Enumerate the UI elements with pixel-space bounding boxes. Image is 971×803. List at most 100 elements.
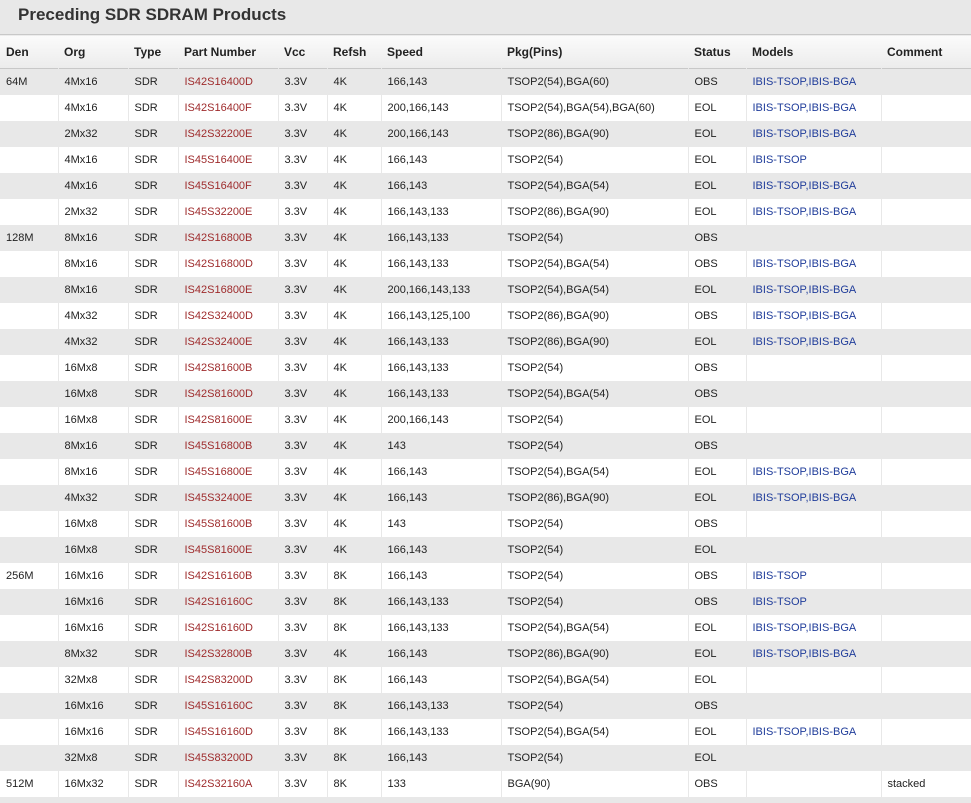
cell-org: 16Mx8: [57, 380, 128, 407]
cell-status: EOL: [687, 172, 746, 199]
models-links[interactable]: IBIS-TSOP,IBIS-BGA: [745, 484, 881, 511]
part-number-link[interactable]: IS45S16160D: [177, 718, 278, 745]
cell-refsh: 4K: [326, 68, 381, 95]
part-number-link[interactable]: IS45S81600B: [177, 510, 278, 537]
cell-speed: 166,143: [380, 458, 501, 485]
cell-type: SDR: [127, 276, 178, 303]
header-models[interactable]: Models: [746, 35, 881, 69]
cell-speed: 166,143: [380, 562, 501, 589]
part-number-link[interactable]: IS45S16800B: [177, 432, 278, 459]
models-links[interactable]: IBIS-TSOP,IBIS-BGA: [745, 250, 881, 277]
cell-den: [0, 354, 58, 381]
part-number-link[interactable]: IS45S16160C: [177, 692, 278, 719]
models-links[interactable]: IBIS-TSOP,IBIS-BGA: [745, 120, 881, 147]
cell-pkg: TSOP2(54),BGA(54): [500, 276, 688, 303]
part-number-link[interactable]: IS45S32400E: [177, 484, 278, 511]
part-number-link[interactable]: IS42S32800B: [177, 640, 278, 667]
cell-pkg: TSOP2(54): [500, 562, 688, 589]
cell-speed: 133: [380, 770, 501, 797]
cell-status: OBS: [687, 224, 746, 251]
header-comment[interactable]: Comment: [881, 35, 971, 69]
part-number-link[interactable]: IS45S16400F: [177, 172, 278, 199]
cell-status: OBS: [687, 432, 746, 459]
cell-den: [0, 432, 58, 459]
cell-speed: 166,143: [380, 68, 501, 95]
cell-vcc: 3.3V: [277, 302, 327, 329]
cell-speed: 200,166,143: [380, 406, 501, 433]
part-number-link[interactable]: IS42S16800E: [177, 276, 278, 303]
cell-type: SDR: [127, 328, 178, 355]
table-row: 8Mx16 SDR IS42S16800D 3.3V 4K 166,143,133 TSOP…: [0, 250, 971, 277]
cell-status: EOL: [687, 146, 746, 173]
part-number-link[interactable]: IS45S16400E: [177, 146, 278, 173]
part-number-link[interactable]: IS42S81600E: [177, 406, 278, 433]
part-number-link[interactable]: IS42S16160B: [177, 562, 278, 589]
cell-vcc: 3.3V: [277, 692, 327, 719]
cell-comment: [880, 536, 971, 563]
table-row: 16Mx16 SDR IS42S16160D 3.3V 8K 166,143,133 TSO…: [0, 614, 971, 641]
table-row: 16Mx8 SDR IS42S81600E 3.3V 4K 200,166,143 TSOP…: [0, 406, 971, 433]
cell-comment: [880, 588, 971, 615]
models-links[interactable]: IBIS-TSOP,IBIS-BGA: [745, 172, 881, 199]
cell-vcc: 3.3V: [277, 432, 327, 459]
models-links[interactable]: IBIS-TSOP: [745, 562, 881, 589]
cell-status: OBS: [687, 562, 746, 589]
part-number-link[interactable]: IS42S16160D: [177, 614, 278, 641]
models-links: [745, 406, 881, 433]
part-number-link[interactable]: IS45S81600E: [177, 536, 278, 563]
models-links[interactable]: IBIS-TSOP: [745, 588, 881, 615]
part-number-link[interactable]: IS42S32400D: [177, 302, 278, 329]
models-links[interactable]: IBIS-TSOP,IBIS-BGA: [745, 276, 881, 303]
header-part-number[interactable]: Part Number: [178, 35, 278, 69]
cell-vcc: 3.3V: [277, 718, 327, 745]
cell-org: 16Mx16: [57, 718, 128, 745]
header-refsh[interactable]: Refsh: [327, 35, 381, 69]
models-links[interactable]: IBIS-TSOP,IBIS-BGA: [745, 328, 881, 355]
part-number-link[interactable]: IS42S81600D: [177, 380, 278, 407]
cell-org: 16Mx8: [57, 406, 128, 433]
models-links[interactable]: IBIS-TSOP,IBIS-BGA: [745, 640, 881, 667]
cell-org: 4Mx16: [57, 172, 128, 199]
cell-comment: [880, 302, 971, 329]
header-den[interactable]: Den: [0, 35, 58, 69]
part-number-link[interactable]: IS42S32400E: [177, 328, 278, 355]
part-number-link[interactable]: IS45S83200D: [177, 744, 278, 771]
header-status[interactable]: Status: [688, 35, 746, 69]
part-number-link[interactable]: IS42S32200E: [177, 120, 278, 147]
cell-refsh: 4K: [326, 276, 381, 303]
cell-vcc: 3.3V: [277, 198, 327, 225]
models-links[interactable]: IBIS-TSOP,IBIS-BGA: [745, 68, 881, 95]
cell-status: OBS: [687, 510, 746, 537]
header-type[interactable]: Type: [128, 35, 178, 69]
header-pkg[interactable]: Pkg(Pins): [501, 35, 688, 69]
cell-speed: 166,143: [380, 484, 501, 511]
part-number-link[interactable]: IS45S32200E: [177, 198, 278, 225]
header-speed[interactable]: Speed: [381, 35, 501, 69]
part-number-link[interactable]: IS42S32160A: [177, 770, 278, 797]
cell-refsh: 4K: [326, 406, 381, 433]
part-number-link[interactable]: IS42S16160C: [177, 588, 278, 615]
models-links[interactable]: IBIS-TSOP,IBIS-BGA: [745, 94, 881, 121]
models-links[interactable]: IBIS-TSOP,IBIS-BGA: [745, 302, 881, 329]
part-number-link[interactable]: IS42S16400D: [177, 68, 278, 95]
models-links[interactable]: IBIS-TSOP,IBIS-BGA: [745, 718, 881, 745]
cell-refsh: 8K: [326, 692, 381, 719]
models-links[interactable]: IBIS-TSOP,IBIS-BGA: [745, 458, 881, 485]
cell-type: SDR: [127, 380, 178, 407]
models-links[interactable]: IBIS-TSOP,IBIS-BGA: [745, 198, 881, 225]
header-vcc[interactable]: Vcc: [278, 35, 327, 69]
cell-type: SDR: [127, 692, 178, 719]
part-number-link[interactable]: IS42S16800B: [177, 224, 278, 251]
part-number-link[interactable]: IS42S83200D: [177, 666, 278, 693]
cell-speed: 166,143: [380, 666, 501, 693]
part-number-link[interactable]: IS42S81600B: [177, 354, 278, 381]
part-number-link[interactable]: IS42S16800D: [177, 250, 278, 277]
cell-pkg: TSOP2(54): [500, 588, 688, 615]
part-number-link[interactable]: IS45S16800E: [177, 458, 278, 485]
cell-pkg: TSOP2(54),BGA(54): [500, 614, 688, 641]
models-links[interactable]: IBIS-TSOP,IBIS-BGA: [745, 614, 881, 641]
models-links[interactable]: IBIS-TSOP: [745, 146, 881, 173]
cell-refsh: 4K: [326, 536, 381, 563]
header-org[interactable]: Org: [58, 35, 128, 69]
part-number-link[interactable]: IS42S16400F: [177, 94, 278, 121]
